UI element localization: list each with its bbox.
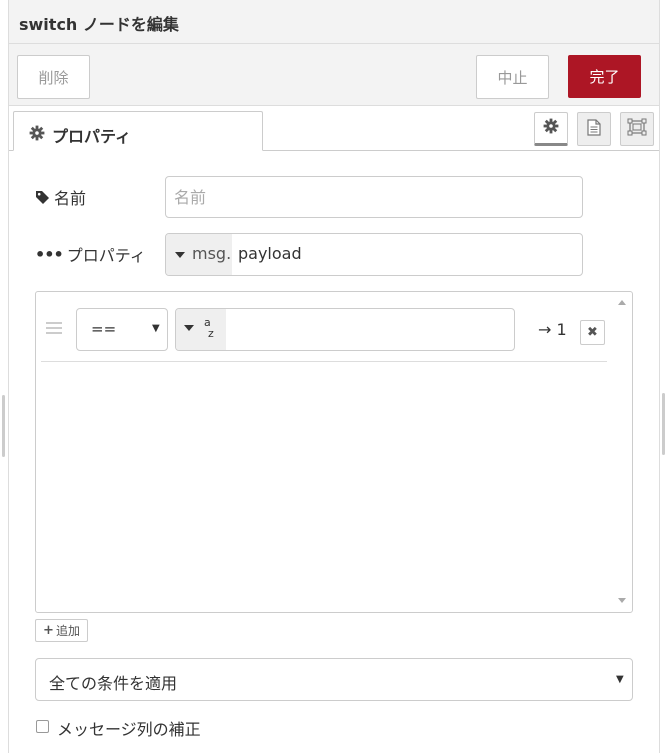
dialog-title: switch ノードを編集 [19, 15, 179, 34]
gear-icon [543, 118, 559, 138]
scroll-down-arrow[interactable] [618, 598, 626, 603]
property-label: プロパティ [66, 246, 146, 265]
right-edge [659, 0, 668, 753]
right-resize-grip[interactable] [662, 393, 665, 455]
rule-output-label: → 1 [538, 320, 567, 339]
done-button[interactable]: 完了 [568, 55, 641, 98]
checking-mode-select[interactable]: 全ての条件を適用 ▼ [35, 658, 633, 701]
add-rule-button[interactable]: + 追加 [35, 619, 88, 642]
drag-handle-icon[interactable] [46, 322, 62, 337]
tab-description[interactable] [577, 112, 611, 146]
rule-operator-select[interactable]: == ▼ [76, 308, 168, 351]
left-edge [0, 0, 9, 753]
name-label: 名前 [54, 189, 87, 208]
property-typed-input[interactable]: msg. payload [165, 233, 583, 276]
tag-icon [35, 190, 50, 205]
plus-icon: + [43, 623, 54, 638]
description-icon [587, 118, 601, 140]
property-label-row: ••• プロパティ [35, 242, 146, 266]
tab-properties[interactable]: プロパティ [13, 111, 263, 151]
property-prefix: msg. [192, 244, 232, 263]
tab-appearance[interactable] [620, 112, 654, 146]
appearance-icon [627, 118, 647, 140]
tab-settings[interactable] [534, 112, 568, 146]
rule-value-input[interactable]: az [175, 308, 515, 351]
tray-toolbar: 削除 中止 完了 [9, 44, 659, 106]
left-resize-grip[interactable] [2, 395, 5, 457]
remove-rule-button[interactable]: ✖ [580, 320, 605, 345]
repair-sequence-checkbox[interactable] [36, 720, 49, 733]
property-value[interactable]: payload [238, 244, 302, 263]
rule-row: == ▼ az → 1 ✖ [41, 297, 607, 362]
add-rule-label: 追加 [55, 624, 80, 638]
repair-sequence-label[interactable]: メッセージ列の補正 [57, 716, 201, 740]
dialog-header: switch ノードを編集 [9, 0, 659, 44]
cancel-button[interactable]: 中止 [476, 55, 549, 99]
rule-value-type-button[interactable]: az [176, 309, 226, 350]
tab-strip: プロパティ [9, 106, 659, 151]
scroll-up-arrow[interactable] [618, 300, 626, 305]
rules-scrollbar[interactable] [613, 292, 632, 612]
tab-properties-label: プロパティ [52, 127, 132, 146]
caret-down-icon [175, 252, 185, 258]
name-input[interactable] [165, 176, 583, 218]
gear-icon [29, 125, 45, 145]
rules-list[interactable]: == ▼ az → 1 ✖ [35, 291, 633, 613]
close-icon: ✖ [587, 325, 598, 340]
name-label-row: 名前 [35, 185, 86, 209]
property-type-button[interactable]: msg. [166, 234, 232, 275]
delete-button[interactable]: 削除 [17, 55, 90, 99]
checking-mode-value: 全ての条件を適用 [49, 674, 178, 693]
rule-operator-value: == [91, 320, 117, 338]
ellipsis-icon: ••• [35, 244, 64, 264]
caret-down-icon [184, 325, 194, 331]
caret-down-icon: ▼ [616, 674, 624, 685]
caret-down-icon: ▼ [152, 323, 160, 334]
